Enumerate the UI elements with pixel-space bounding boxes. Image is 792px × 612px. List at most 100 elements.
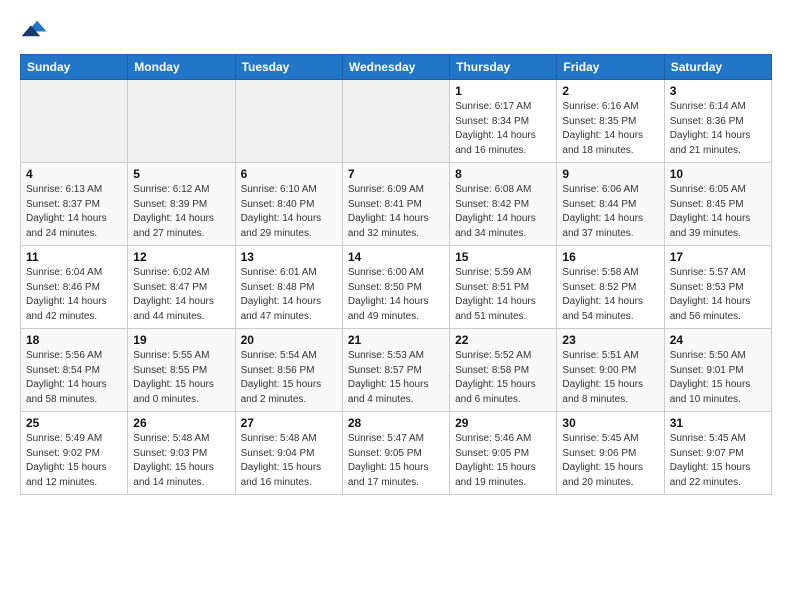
day-number: 6 [241, 167, 337, 181]
day-info: Sunrise: 6:16 AMSunset: 8:35 PMDaylight:… [562, 100, 658, 158]
day-info: Sunrise: 6:08 AMSunset: 8:42 PMDaylight:… [455, 183, 551, 241]
day-info: Sunrise: 5:57 AMSunset: 8:53 PMDaylight:… [670, 266, 766, 324]
day-number: 21 [348, 333, 444, 347]
day-info: Sunrise: 5:49 AMSunset: 9:02 PMDaylight:… [26, 432, 122, 490]
day-number: 23 [562, 333, 658, 347]
calendar-cell [128, 80, 235, 163]
day-number: 27 [241, 416, 337, 430]
calendar-cell: 11 Sunrise: 6:04 AMSunset: 8:46 PMDayligh… [21, 246, 128, 329]
day-info: Sunrise: 6:09 AMSunset: 8:41 PMDaylight:… [348, 183, 444, 241]
day-info: Sunrise: 5:46 AMSunset: 9:05 PMDaylight:… [455, 432, 551, 490]
day-number: 28 [348, 416, 444, 430]
day-info: Sunrise: 5:53 AMSunset: 8:57 PMDaylight:… [348, 349, 444, 407]
day-number: 9 [562, 167, 658, 181]
calendar-cell: 3Sunrise: 6:14 AMSunset: 8:36 PMDaylight… [664, 80, 771, 163]
calendar-cell: 15Sunrise: 5:59 AMSunset: 8:51 PMDayligh… [450, 246, 557, 329]
calendar-cell: 14 Sunrise: 6:00 AMSunset: 8:50 PMDayligh… [342, 246, 449, 329]
weekday-header-row: SundayMondayTuesdayWednesdayThursdayFrid… [21, 55, 772, 80]
calendar-cell: 24Sunrise: 5:50 AMSunset: 9:01 PMDayligh… [664, 329, 771, 412]
calendar-cell: 2 Sunrise: 6:16 AMSunset: 8:35 PMDaylight… [557, 80, 664, 163]
day-info: Sunrise: 6:17 AMSunset: 8:34 PMDaylight:… [455, 100, 551, 158]
day-info: Sunrise: 5:50 AMSunset: 9:01 PMDaylight:… [670, 349, 766, 407]
calendar-cell [21, 80, 128, 163]
day-info: Sunrise: 6:14 AMSunset: 8:36 PMDaylight:… [670, 100, 766, 158]
calendar-cell: 16Sunrise: 5:58 AMSunset: 8:52 PMDayligh… [557, 246, 664, 329]
day-number: 22 [455, 333, 551, 347]
day-info: Sunrise: 6:12 AMSunset: 8:39 PMDaylight:… [133, 183, 229, 241]
calendar-cell: 21 Sunrise: 5:53 AMSunset: 8:57 PMDayligh… [342, 329, 449, 412]
day-number: 2 [562, 84, 658, 98]
calendar-week-2: 4Sunrise: 6:13 AMSunset: 8:37 PMDaylight… [21, 163, 772, 246]
day-info: Sunrise: 5:48 AMSunset: 9:03 PMDaylight:… [133, 432, 229, 490]
calendar-cell: 17 Sunrise: 5:57 AMSunset: 8:53 PMDayligh… [664, 246, 771, 329]
day-number: 17 [670, 250, 766, 264]
calendar-cell: 26 Sunrise: 5:48 AMSunset: 9:03 PMDayligh… [128, 412, 235, 495]
calendar-cell: 25 Sunrise: 5:49 AMSunset: 9:02 PMDayligh… [21, 412, 128, 495]
calendar-table: SundayMondayTuesdayWednesdayThursdayFrid… [20, 54, 772, 495]
day-info: Sunrise: 6:06 AMSunset: 8:44 PMDaylight:… [562, 183, 658, 241]
weekday-header-saturday: Saturday [664, 55, 771, 80]
calendar-week-1: 1 Sunrise: 6:17 AMSunset: 8:34 PMDaylight… [21, 80, 772, 163]
day-info: Sunrise: 5:54 AMSunset: 8:56 PMDaylight:… [241, 349, 337, 407]
day-number: 25 [26, 416, 122, 430]
calendar-week-4: 18Sunrise: 5:56 AMSunset: 8:54 PMDayligh… [21, 329, 772, 412]
day-number: 12 [133, 250, 229, 264]
calendar-cell: 13 Sunrise: 6:01 AMSunset: 8:48 PMDayligh… [235, 246, 342, 329]
day-info: Sunrise: 6:00 AMSunset: 8:50 PMDaylight:… [348, 266, 444, 324]
calendar-cell: 23 Sunrise: 5:51 AMSunset: 9:00 PMDayligh… [557, 329, 664, 412]
calendar-cell [342, 80, 449, 163]
logo [20, 16, 52, 44]
calendar-cell: 10 Sunrise: 6:05 AMSunset: 8:45 PMDayligh… [664, 163, 771, 246]
calendar-week-5: 25 Sunrise: 5:49 AMSunset: 9:02 PMDayligh… [21, 412, 772, 495]
calendar-cell: 18Sunrise: 5:56 AMSunset: 8:54 PMDayligh… [21, 329, 128, 412]
day-info: Sunrise: 6:05 AMSunset: 8:45 PMDaylight:… [670, 183, 766, 241]
day-number: 5 [133, 167, 229, 181]
calendar-cell [235, 80, 342, 163]
calendar-cell: 4Sunrise: 6:13 AMSunset: 8:37 PMDaylight… [21, 163, 128, 246]
day-number: 13 [241, 250, 337, 264]
day-info: Sunrise: 5:47 AMSunset: 9:05 PMDaylight:… [348, 432, 444, 490]
day-number: 30 [562, 416, 658, 430]
day-info: Sunrise: 6:01 AMSunset: 8:48 PMDaylight:… [241, 266, 337, 324]
calendar-cell: 29 Sunrise: 5:46 AMSunset: 9:05 PMDayligh… [450, 412, 557, 495]
day-number: 19 [133, 333, 229, 347]
calendar-cell: 9 Sunrise: 6:06 AMSunset: 8:44 PMDaylight… [557, 163, 664, 246]
day-number: 14 [348, 250, 444, 264]
day-number: 20 [241, 333, 337, 347]
weekday-header-tuesday: Tuesday [235, 55, 342, 80]
calendar-cell: 22 Sunrise: 5:52 AMSunset: 8:58 PMDayligh… [450, 329, 557, 412]
page: SundayMondayTuesdayWednesdayThursdayFrid… [0, 0, 792, 511]
day-number: 1 [455, 84, 551, 98]
day-info: Sunrise: 6:13 AMSunset: 8:37 PMDaylight:… [26, 183, 122, 241]
day-info: Sunrise: 5:51 AMSunset: 9:00 PMDaylight:… [562, 349, 658, 407]
calendar-cell: 27 Sunrise: 5:48 AMSunset: 9:04 PMDayligh… [235, 412, 342, 495]
calendar-cell: 20 Sunrise: 5:54 AMSunset: 8:56 PMDayligh… [235, 329, 342, 412]
day-number: 29 [455, 416, 551, 430]
day-number: 11 [26, 250, 122, 264]
weekday-header-monday: Monday [128, 55, 235, 80]
day-number: 26 [133, 416, 229, 430]
calendar-cell: 8 Sunrise: 6:08 AMSunset: 8:42 PMDaylight… [450, 163, 557, 246]
day-number: 31 [670, 416, 766, 430]
day-info: Sunrise: 5:58 AMSunset: 8:52 PMDaylight:… [562, 266, 658, 324]
day-number: 10 [670, 167, 766, 181]
day-info: Sunrise: 6:02 AMSunset: 8:47 PMDaylight:… [133, 266, 229, 324]
day-info: Sunrise: 6:04 AMSunset: 8:46 PMDaylight:… [26, 266, 122, 324]
calendar-cell: 5 Sunrise: 6:12 AMSunset: 8:39 PMDaylight… [128, 163, 235, 246]
day-info: Sunrise: 5:52 AMSunset: 8:58 PMDaylight:… [455, 349, 551, 407]
weekday-header-friday: Friday [557, 55, 664, 80]
day-info: Sunrise: 5:45 AMSunset: 9:06 PMDaylight:… [562, 432, 658, 490]
day-number: 8 [455, 167, 551, 181]
weekday-header-sunday: Sunday [21, 55, 128, 80]
logo-icon [20, 16, 48, 44]
calendar-cell: 31Sunrise: 5:45 AMSunset: 9:07 PMDayligh… [664, 412, 771, 495]
day-info: Sunrise: 5:48 AMSunset: 9:04 PMDaylight:… [241, 432, 337, 490]
calendar-cell: 19 Sunrise: 5:55 AMSunset: 8:55 PMDayligh… [128, 329, 235, 412]
day-info: Sunrise: 5:55 AMSunset: 8:55 PMDaylight:… [133, 349, 229, 407]
calendar-cell: 7Sunrise: 6:09 AMSunset: 8:41 PMDaylight… [342, 163, 449, 246]
day-info: Sunrise: 5:56 AMSunset: 8:54 PMDaylight:… [26, 349, 122, 407]
day-info: Sunrise: 5:59 AMSunset: 8:51 PMDaylight:… [455, 266, 551, 324]
calendar-cell: 28 Sunrise: 5:47 AMSunset: 9:05 PMDayligh… [342, 412, 449, 495]
calendar-cell: 12 Sunrise: 6:02 AMSunset: 8:47 PMDayligh… [128, 246, 235, 329]
calendar-cell: 30 Sunrise: 5:45 AMSunset: 9:06 PMDayligh… [557, 412, 664, 495]
